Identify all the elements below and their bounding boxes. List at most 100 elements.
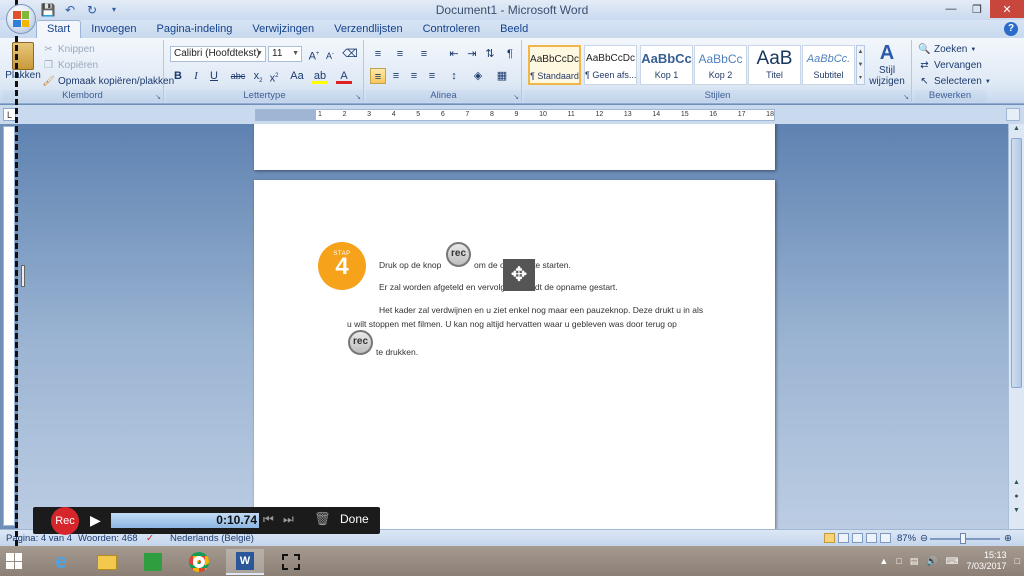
next-page-icon[interactable]: ▼ <box>1011 507 1022 518</box>
scrollbar-thumb[interactable] <box>1011 138 1022 388</box>
font-color-icon[interactable]: A <box>336 68 352 84</box>
full-screen-view-icon[interactable] <box>838 533 849 543</box>
document-page-current[interactable]: STAP 4 Druk op de knop rec om de opname … <box>254 180 775 529</box>
styles-scroll[interactable]: ▲ ▼ ▾ <box>856 45 865 85</box>
show-marks-icon[interactable]: ¶ <box>502 46 518 62</box>
styles-launcher-icon[interactable]: ↘ <box>903 93 909 101</box>
recording-progress[interactable]: 0:10.74 <box>111 513 259 528</box>
subscript-icon[interactable]: x2 <box>250 68 266 84</box>
close-button[interactable]: ✕ <box>990 0 1024 18</box>
action-center-icon[interactable]: □ <box>896 556 901 566</box>
zoom-in-icon[interactable]: ⊕ <box>1004 533 1012 544</box>
style-standaard[interactable]: AaBbCcDc ¶ Standaard <box>528 45 581 85</box>
line-spacing-icon[interactable]: ↕ <box>446 68 462 84</box>
shrink-font-icon[interactable]: A- <box>322 46 338 62</box>
vertical-scrollbar[interactable]: ▲ ▲ ● ▼ <box>1008 124 1024 529</box>
clear-formatting-icon[interactable]: ⌫ <box>342 46 358 62</box>
horizontal-ruler[interactable]: 1 2 3 4 5 6 7 8 9 10 11 12 13 14 15 16 1… <box>255 109 775 121</box>
tab-verwijzingen[interactable]: Verwijzingen <box>242 21 324 38</box>
language[interactable]: Nederlands (België) <box>170 533 254 544</box>
superscript-icon[interactable]: x2 <box>266 68 282 85</box>
record-button[interactable]: Rec <box>51 507 79 535</box>
tab-invoegen[interactable]: Invoegen <box>81 21 146 38</box>
style-subtitel[interactable]: AaBbCc. Subtitel <box>802 45 855 85</box>
font-launcher-icon[interactable]: ↘ <box>355 93 361 101</box>
document-page-previous[interactable] <box>254 124 775 170</box>
play-icon[interactable]: ▶ <box>90 512 101 529</box>
print-layout-view-icon[interactable] <box>824 533 835 543</box>
volume-icon[interactable]: 🔊 <box>926 556 937 567</box>
justify-icon[interactable]: ≡ <box>424 68 440 84</box>
notifications-icon[interactable]: □ <box>1015 556 1020 566</box>
skip-back-icon[interactable]: ⏮ <box>263 512 274 527</box>
word-count[interactable]: Woorden: 468 <box>78 533 138 544</box>
paragraph-launcher-icon[interactable]: ↘ <box>513 93 519 101</box>
draft-view-icon[interactable] <box>880 533 891 543</box>
scroll-up-icon[interactable]: ▲ <box>1011 125 1022 136</box>
bullets-icon[interactable]: ≡ <box>370 46 386 62</box>
zoom-level[interactable]: 87% <box>897 533 916 544</box>
windows-start-icon[interactable] <box>6 553 22 569</box>
strikethrough-icon[interactable]: abc <box>230 68 246 84</box>
done-button[interactable]: Done <box>340 512 369 526</box>
zoom-slider-thumb[interactable] <box>960 533 966 544</box>
paste-button[interactable]: Plakken <box>5 42 41 81</box>
zoom-out-icon[interactable]: ⊖ <box>920 533 928 544</box>
shading-icon[interactable]: ◈ <box>470 68 486 84</box>
numbering-icon[interactable]: ≡ <box>392 46 408 62</box>
tray-expand-icon[interactable]: ▲ <box>879 556 888 566</box>
recording-frame-border[interactable] <box>15 0 18 546</box>
tab-beeld[interactable]: Beeld <box>490 21 538 38</box>
font-name-select[interactable]: Calibri (Hoofdtekst) ▼ <box>170 46 266 62</box>
style-kop-1[interactable]: AaBbCc Kop 1 <box>640 45 693 85</box>
network-icon[interactable]: ▤ <box>910 556 919 567</box>
snipping-tool-icon[interactable] <box>272 549 310 575</box>
view-ruler-icon[interactable] <box>1006 108 1020 121</box>
previous-page-icon[interactable]: ▲ <box>1011 479 1022 490</box>
trash-icon[interactable]: 🗑 <box>314 511 331 527</box>
align-left-icon[interactable]: ≡ <box>370 68 386 84</box>
office-button[interactable] <box>6 4 36 34</box>
bold-icon[interactable]: B <box>170 68 186 84</box>
align-right-icon[interactable]: ≡ <box>406 68 422 84</box>
copy-button[interactable]: ❐ Kopiëren <box>42 59 98 72</box>
format-painter-button[interactable]: 🖌 Opmaak kopiëren/plakken <box>42 75 174 88</box>
replace-button[interactable]: ⇄ Vervangen <box>918 59 982 72</box>
grow-font-icon[interactable]: A+ <box>306 46 322 63</box>
change-case-icon[interactable]: Aa <box>286 68 308 84</box>
keyboard-icon[interactable]: ⌨ <box>946 556 959 567</box>
multilevel-list-icon[interactable]: ≡ <box>416 46 432 62</box>
outline-view-icon[interactable] <box>866 533 877 543</box>
align-center-icon[interactable]: ≡ <box>388 68 404 84</box>
highlight-icon[interactable]: ab <box>312 68 328 84</box>
borders-icon[interactable]: ▦ <box>494 68 510 84</box>
chrome-icon[interactable] <box>180 549 218 575</box>
vertical-ruler[interactable] <box>3 126 15 526</box>
document-area[interactable]: STAP 4 Druk op de knop rec om de opname … <box>18 124 1008 529</box>
font-size-select[interactable]: 11 ▼ <box>268 46 302 62</box>
tab-verzendlijsten[interactable]: Verzendlijsten <box>324 21 413 38</box>
find-button[interactable]: 🔍 Zoeken ▼ <box>918 43 976 56</box>
spelling-icon[interactable]: ✓ <box>146 533 154 544</box>
clipboard-launcher-icon[interactable]: ↘ <box>155 93 161 101</box>
tab-start[interactable]: Start <box>36 20 82 38</box>
restore-button[interactable]: ❐ <box>964 0 990 18</box>
style-geen-afstand[interactable]: AaBbCcDc ¶ Geen afs... <box>584 45 637 85</box>
style-titel[interactable]: AaB Titel <box>748 45 801 85</box>
style-kop-2[interactable]: AaBbCc Kop 2 <box>694 45 747 85</box>
select-button[interactable]: ↖ Selecteren ▼ <box>918 75 990 88</box>
underline-icon[interactable]: U <box>206 68 222 84</box>
change-styles-button[interactable]: A Stijl wijzigen <box>866 42 908 87</box>
clock[interactable]: 15:13 7/03/2017 <box>967 550 1007 572</box>
internet-explorer-icon[interactable]: e <box>42 549 80 575</box>
tab-pagina-indeling[interactable]: Pagina-indeling <box>147 21 243 38</box>
store-icon[interactable] <box>134 549 172 575</box>
file-explorer-icon[interactable] <box>88 549 126 575</box>
sort-icon[interactable]: ⇅ <box>482 46 498 62</box>
cut-button[interactable]: ✂ Knippen <box>42 43 94 56</box>
decrease-indent-icon[interactable]: ⇤ <box>446 46 462 62</box>
tab-controleren[interactable]: Controleren <box>413 21 490 38</box>
help-icon[interactable]: ? <box>1004 22 1018 36</box>
minimize-button[interactable]: — <box>938 0 964 18</box>
recording-frame-handle[interactable] <box>21 265 25 287</box>
